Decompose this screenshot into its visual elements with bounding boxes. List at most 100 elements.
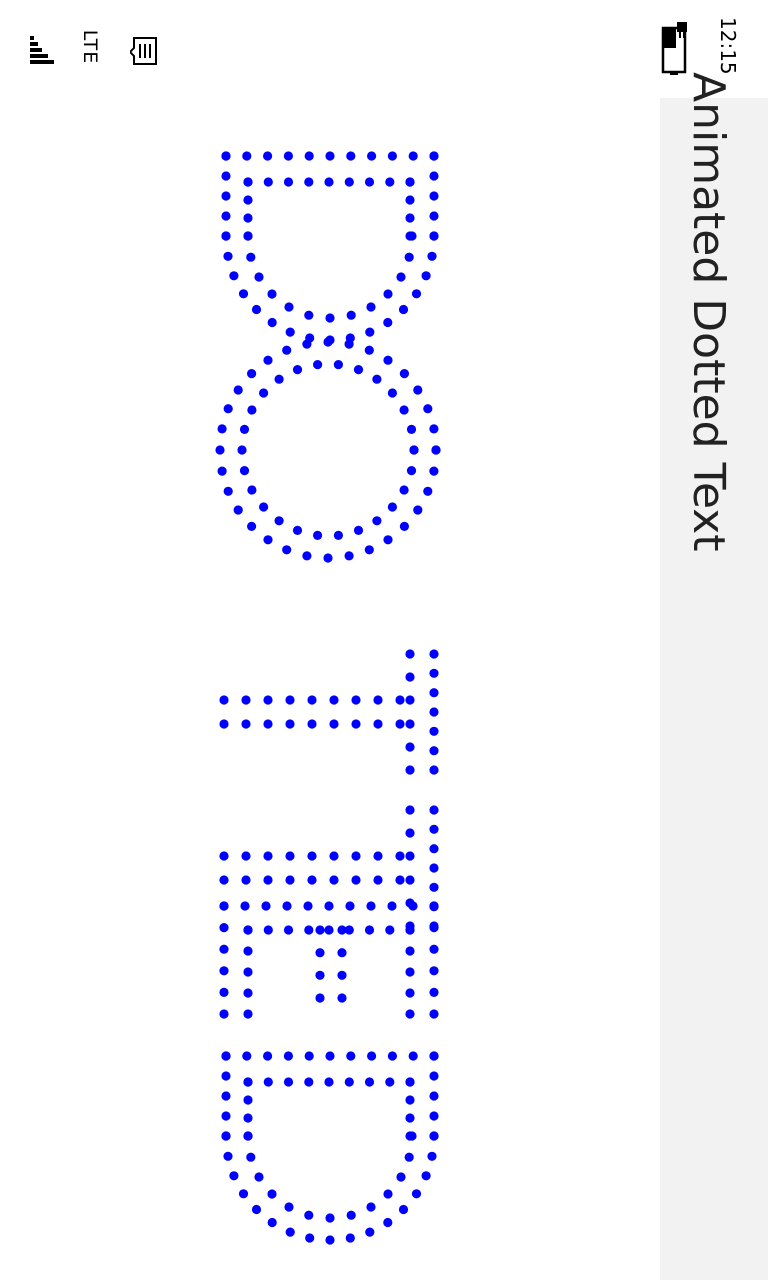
text-dot [337,993,347,1003]
text-dot [429,882,439,892]
text-dot [429,668,439,678]
text-dot [307,851,317,861]
text-dot [385,1077,395,1087]
text-dot [323,337,333,347]
text-dot [429,987,439,998]
text-dot [405,672,415,682]
text-dot [383,535,393,545]
text-dot [411,1189,422,1199]
text-dot [405,213,415,223]
text-dot [261,901,271,911]
text-dot [398,304,409,315]
text-dot [304,925,314,935]
text-dot [283,1077,294,1087]
text-dot [282,545,292,555]
text-dot [304,310,314,320]
text-dot [396,1172,406,1182]
text-dot [243,925,253,935]
text-dot [254,1172,264,1182]
text-dot [353,365,364,375]
text-dot [411,289,422,299]
text-dot [229,271,239,281]
text-dot [282,901,292,911]
text-dot [263,695,273,705]
text-dot [373,875,383,885]
text-dot [285,1227,295,1237]
text-dot [383,1217,393,1228]
text-dot [243,1077,253,1087]
text-dot [302,339,312,349]
text-dot [405,649,415,659]
text-dot [243,988,253,998]
text-dot [325,1235,335,1245]
text-dot [243,195,253,205]
page-title: Animated Dotted Text [683,72,734,552]
text-dot [429,171,439,181]
text-dot [243,1095,253,1105]
text-dot [219,851,229,861]
text-dot [233,385,243,395]
text-dot [383,289,393,299]
text-dot [405,695,415,705]
text-dot [351,695,361,705]
text-dot [283,151,293,161]
text-dot [398,1204,409,1215]
text-dot [329,695,339,705]
text-dot [219,944,229,954]
text-dot [325,151,335,161]
text-dot [337,970,347,980]
text-dot [333,360,343,370]
text-dot [344,339,354,349]
text-dot [429,1131,439,1141]
text-dot [429,1091,439,1101]
text-dot [367,1051,377,1061]
text-dot [387,388,397,398]
text-dot [223,404,233,414]
text-dot [373,695,383,705]
text-dot [399,521,409,531]
text-dot [292,525,303,535]
text-dot [315,925,325,935]
text-dot [399,485,409,495]
text-dot [395,851,405,861]
text-dot [372,374,382,384]
text-dot [215,445,225,455]
text-dot [333,530,343,540]
text-dot [346,1051,356,1061]
text-dot [219,987,229,998]
text-dot [427,1151,437,1161]
text-dot [408,901,418,911]
text-dot [399,369,409,379]
text-dot [324,177,334,187]
text-dot [396,272,406,282]
text-dot [383,355,393,365]
text-dot [263,875,273,885]
text-dot [223,251,233,261]
text-dot [305,1233,315,1243]
text-dot [429,1111,439,1121]
text-dot [238,289,249,299]
text-dot [431,445,441,455]
text-dot [325,313,335,323]
text-dot [251,304,262,315]
text-dot [405,765,415,775]
text-dot [246,1152,256,1162]
text-dot [345,1233,355,1243]
text-dot [243,1009,253,1019]
text-dot [353,525,364,535]
text-dot [346,151,356,161]
text-dot [263,535,273,545]
text-dot [346,310,356,320]
text-dot [429,649,439,659]
network-type-label: LTE [79,29,101,65]
text-dot [429,688,439,698]
text-dot [429,211,439,221]
text-dot [302,551,312,561]
text-dot [246,252,256,262]
text-dot [387,1051,397,1061]
text-dot [395,695,405,705]
text-dot [242,151,252,161]
text-dot [292,365,303,375]
text-dot [429,923,439,933]
text-dot [346,1210,356,1220]
